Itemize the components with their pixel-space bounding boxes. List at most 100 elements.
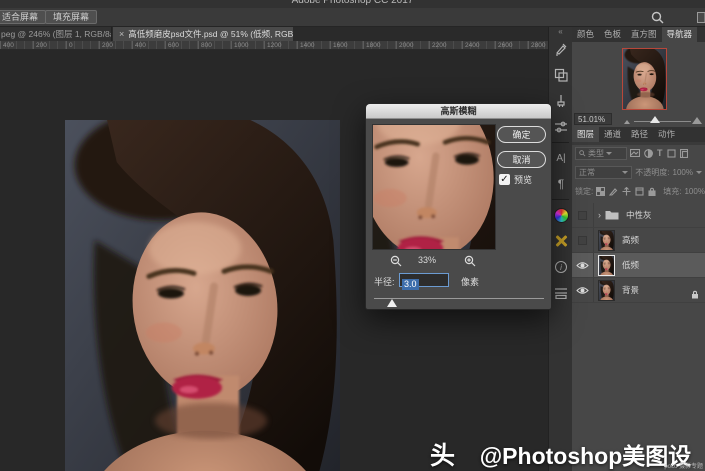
layer-thumbnail[interactable] — [598, 280, 615, 301]
tool-presets-icon[interactable] — [549, 88, 573, 114]
visibility-toggle[interactable] — [572, 278, 594, 302]
ruler-label: 1000 — [231, 41, 264, 49]
navigator-zoom-thumb[interactable] — [650, 116, 660, 123]
lock-row: 锁定: 填充: 100% — [575, 183, 702, 199]
tab-actions[interactable]: 动作 — [653, 127, 680, 142]
group-expand-arrow[interactable]: › — [598, 210, 601, 220]
expand-dock-icon[interactable]: « — [549, 27, 572, 36]
opacity-value[interactable]: 100% — [673, 168, 693, 177]
preview-zoom-row: 33% — [372, 254, 496, 268]
clone-source-icon[interactable] — [549, 62, 573, 88]
adjustments-icon[interactable] — [549, 114, 573, 140]
blur-preview-image[interactable] — [372, 124, 496, 250]
app-titlebar: Adobe Photoshop CC 2017 — [0, 0, 705, 8]
document-tab-active[interactable]: × 高低频磨皮psd文件.psd @ 51% (低频, RGB/8) * — [113, 27, 293, 41]
panel-dock: 颜色 色板 直方图 导航器 51.01% 图层 通道 路径 动作 — [572, 27, 705, 471]
visibility-toggle[interactable] — [572, 228, 594, 252]
layer-row-group[interactable]: › 中性灰 — [572, 203, 705, 228]
visibility-off-box — [578, 236, 587, 245]
radius-input[interactable]: 3.0 — [399, 273, 449, 287]
gaussian-blur-dialog: 高斯模糊 确定 取消 ✓ 预览 33% 半径: 3.0 像素 — [365, 103, 552, 310]
document-tab-bar: peg @ 246% (图层 1, RGB/8#) * × 高低频磨皮psd文件.… — [0, 27, 558, 41]
dialog-titlebar[interactable]: 高斯模糊 — [366, 104, 551, 119]
photo-canvas[interactable] — [65, 120, 340, 471]
ruler-label: 800 — [198, 41, 231, 49]
eye-icon — [576, 286, 589, 295]
document-tab-inactive[interactable]: peg @ 246% (图层 1, RGB/8#) * — [0, 27, 112, 41]
tab-channels[interactable]: 通道 — [599, 127, 626, 142]
radius-slider[interactable] — [374, 296, 544, 308]
tab-swatches[interactable]: 色板 — [599, 27, 626, 42]
filter-kind-dropdown[interactable]: 类型 — [575, 147, 627, 160]
ok-button[interactable]: 确定 — [497, 126, 546, 143]
zoom-out-icon[interactable] — [390, 254, 402, 272]
workspace-switcher-icon[interactable] — [697, 12, 705, 23]
ruler-label: 2600 — [495, 41, 528, 49]
layer-row-background[interactable]: 背景 — [572, 278, 705, 303]
radius-value-selected: 3.0 — [402, 279, 419, 290]
radius-row: 半径: 3.0 像素 — [366, 273, 553, 288]
navigator-panel-tabs: 颜色 色板 直方图 导航器 — [572, 27, 705, 42]
document-tab-label: 高低频磨皮psd文件.psd @ 51% (低频, RGB/8) * — [128, 29, 293, 39]
ruler-label: 2200 — [429, 41, 462, 49]
folder-icon — [605, 210, 619, 220]
zoom-in-icon[interactable] — [464, 254, 476, 272]
radius-slider-thumb[interactable] — [387, 299, 397, 307]
layer-thumbnail[interactable] — [598, 230, 615, 251]
tab-histogram[interactable]: 直方图 — [626, 27, 662, 42]
horizontal-ruler[interactable]: 4002000200400600800100012001400160018002… — [0, 41, 558, 50]
ruler-label: 1600 — [330, 41, 363, 49]
lock-all-icon — [648, 187, 656, 196]
ruler-label: 600 — [165, 41, 198, 49]
lock-icon — [691, 286, 699, 304]
close-tab-icon[interactable]: × — [119, 29, 124, 39]
fit-screen-button[interactable]: 适合屏幕 — [0, 10, 46, 24]
layer-filter-row: 类型 T — [575, 145, 702, 161]
navigator-panel: 51.01% — [572, 42, 705, 127]
ruler-label: 2400 — [462, 41, 495, 49]
layer-row-low-freq-selected[interactable]: 低频 — [572, 253, 705, 278]
ruler-label: 1400 — [297, 41, 330, 49]
lock-pixels-icon — [609, 187, 618, 196]
navigator-proxy-view[interactable] — [622, 48, 667, 110]
brush-settings-icon[interactable] — [549, 36, 573, 62]
fill-screen-button[interactable]: 填充屏幕 — [45, 10, 97, 24]
tab-navigator[interactable]: 导航器 — [662, 27, 698, 42]
fill-value[interactable]: 100% — [684, 187, 704, 196]
fill-label: 填充: — [663, 186, 681, 197]
zoom-out-mountain-icon[interactable] — [624, 120, 630, 124]
visibility-toggle[interactable] — [572, 203, 594, 227]
layers-panel-tabs: 图层 通道 路径 动作 — [572, 127, 705, 142]
eye-icon — [576, 261, 589, 270]
visibility-off-box — [578, 211, 587, 220]
radius-label: 半径: — [374, 275, 395, 288]
preview-label: 预览 — [514, 173, 532, 186]
navigator-zoom-track[interactable] — [634, 121, 691, 122]
paragraph-panel-icon[interactable]: ¶ — [549, 171, 573, 197]
ruler-label: 2000 — [396, 41, 429, 49]
layer-row-high-freq[interactable]: 高频 — [572, 228, 705, 253]
extensions-icon[interactable] — [549, 228, 573, 254]
photoshop-window: Adobe Photoshop CC 2017 适合屏幕 填充屏幕 peg @ … — [0, 0, 705, 471]
preview-zoom-value: 33% — [418, 255, 436, 265]
layer-thumbnail[interactable] — [598, 255, 615, 276]
visibility-toggle[interactable] — [572, 253, 594, 277]
opacity-label: 不透明度: — [635, 167, 669, 178]
cancel-button[interactable]: 取消 — [497, 151, 546, 168]
zoom-in-mountain-icon[interactable] — [692, 117, 702, 124]
watermark-logo: poco 摄影专题 — [664, 464, 703, 470]
tab-paths[interactable]: 路径 — [626, 127, 653, 142]
navigator-zoom-value[interactable]: 51.01% — [574, 113, 612, 125]
tab-color[interactable]: 颜色 — [572, 27, 599, 42]
lock-position-icon — [622, 187, 631, 196]
radius-slider-track[interactable] — [374, 298, 544, 299]
tab-layers[interactable]: 图层 — [572, 127, 599, 142]
navigator-zoom-row: 51.01% — [572, 112, 705, 127]
preview-checkbox[interactable]: ✓ — [499, 174, 510, 185]
lock-transparency-icon — [596, 187, 605, 196]
blend-mode-dropdown[interactable]: 正常 — [575, 166, 632, 179]
character-panel-icon[interactable]: A| — [549, 145, 573, 171]
ruler-label: 200 — [33, 41, 66, 49]
layers-panel: 类型 T 正常 不透明度: 100% 锁定: — [572, 145, 705, 471]
color-themes-icon[interactable] — [549, 202, 573, 228]
